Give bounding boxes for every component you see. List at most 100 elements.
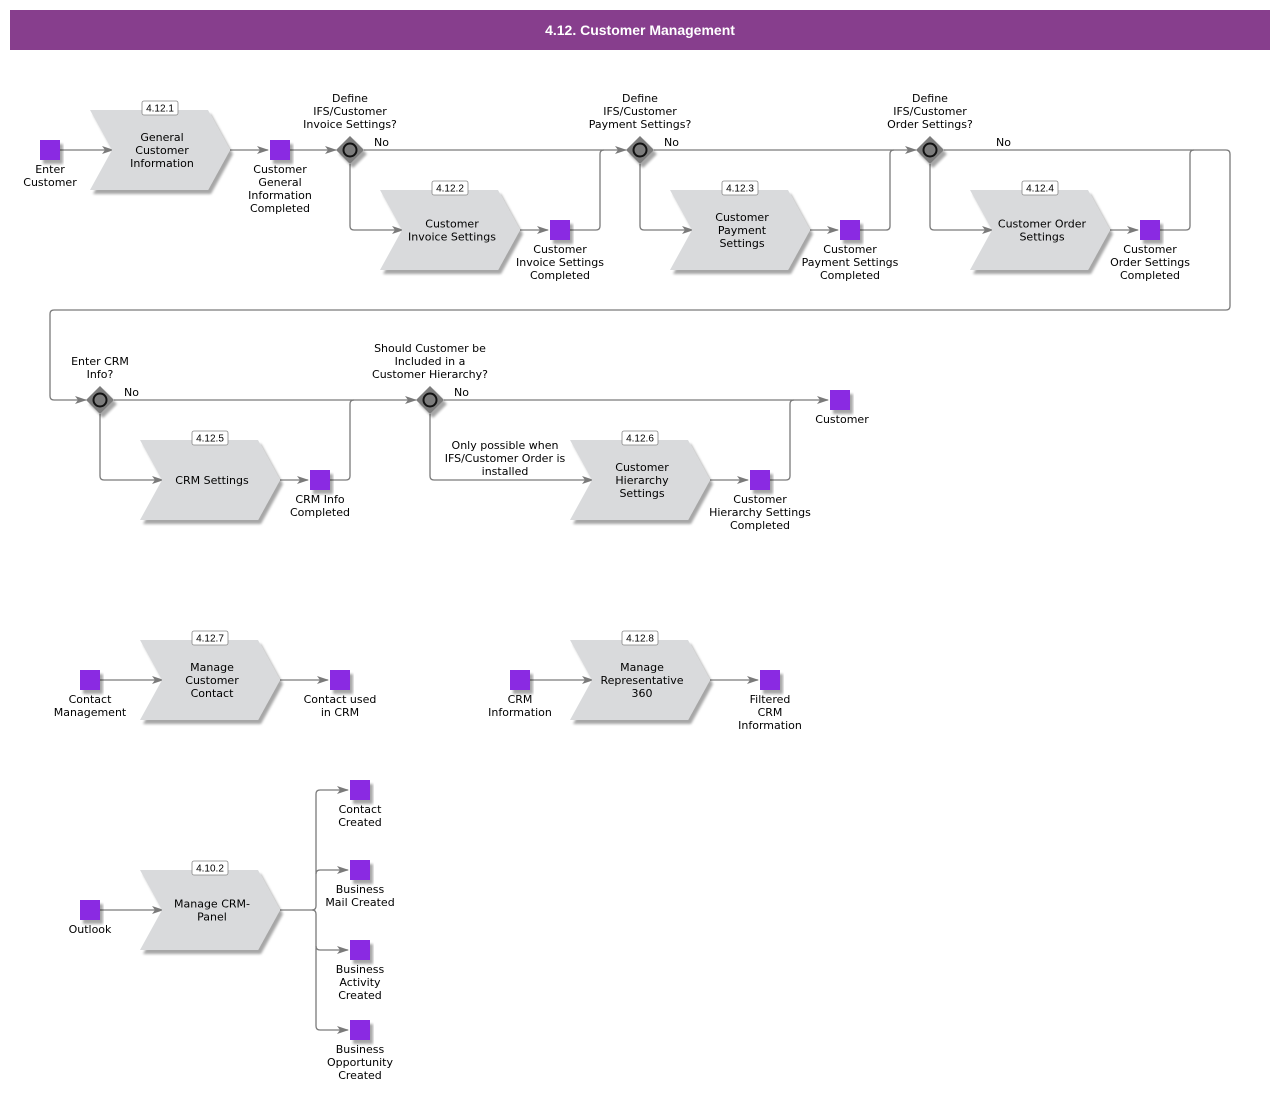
event-square[interactable] xyxy=(330,670,350,690)
gateway-g5[interactable]: Should Customer be Included in a Customer … xyxy=(372,342,488,414)
connector xyxy=(1160,149,1195,231)
gateway-g1[interactable]: Define IFS/Customer Invoice Settings? No xyxy=(303,92,397,164)
event-square[interactable] xyxy=(840,220,860,240)
event-label-line: Completed xyxy=(250,202,310,215)
event-label-line: Created xyxy=(338,989,382,1002)
event-e15[interactable]: Business Mail Created xyxy=(325,860,395,909)
event-e14[interactable]: Contact Created xyxy=(338,780,382,829)
event-label: Filtered CRM Information xyxy=(738,693,802,732)
event-label-line: Mail Created xyxy=(325,896,394,909)
event-label-line: Customer xyxy=(23,176,77,189)
process-4-12-1[interactable]: 4.12.1 General Customer Information xyxy=(90,100,230,190)
event-e5[interactable]: Customer Order Settings Completed xyxy=(1110,220,1190,282)
gateway-question-line: Define xyxy=(912,92,948,105)
process-4-12-6[interactable]: 4.12.6 Customer Hierarchy Settings xyxy=(570,430,710,520)
event-e6[interactable]: CRM Info Completed xyxy=(290,470,350,519)
gateway-diamond[interactable] xyxy=(336,136,364,164)
event-square[interactable] xyxy=(80,900,100,920)
event-e17[interactable]: Business Opportunity Created xyxy=(327,1020,394,1082)
event-e10[interactable]: Contact used in CRM xyxy=(304,670,377,719)
process-label-line: Customer xyxy=(185,674,239,687)
event-square[interactable] xyxy=(550,220,570,240)
event-label-line: in CRM xyxy=(321,706,359,719)
event-label-line: Filtered xyxy=(750,693,791,706)
process-4-10-2[interactable]: 4.10.2 Manage CRM-Panel xyxy=(140,860,280,950)
event-square[interactable] xyxy=(40,140,60,160)
event-e2[interactable]: Customer General Information Completed xyxy=(248,140,312,215)
connector xyxy=(330,399,355,481)
process-label-line: Hierarchy xyxy=(615,474,669,487)
event-e1[interactable]: Enter Customer xyxy=(23,140,77,189)
connector xyxy=(315,945,349,954)
event-label-line: Outlook xyxy=(69,923,112,936)
gateway-question-line: Order Settings? xyxy=(887,118,973,131)
process-label-line: Representative xyxy=(600,674,683,687)
event-square[interactable] xyxy=(350,780,370,800)
event-e11[interactable]: CRM Information xyxy=(488,670,552,719)
process-4-12-5[interactable]: 4.12.5 CRM Settings xyxy=(140,430,280,520)
gateway-g2[interactable]: Define IFS/Customer Payment Settings? No xyxy=(589,92,692,164)
process-4-12-7[interactable]: 4.12.7 Manage Customer Contact xyxy=(140,630,280,720)
process-label-line: Manage xyxy=(190,661,234,674)
gateway-g3[interactable]: Define IFS/Customer Order Settings? No xyxy=(887,92,1011,164)
gateway-diamond[interactable] xyxy=(916,136,944,164)
event-label: Enter Customer xyxy=(23,163,77,189)
event-square[interactable] xyxy=(270,140,290,160)
event-square[interactable] xyxy=(350,940,370,960)
connector xyxy=(770,399,795,481)
event-label: Customer Payment Settings Completed xyxy=(802,243,899,282)
gateway-no-label: No xyxy=(996,136,1011,149)
event-square[interactable] xyxy=(760,670,780,690)
process-4-12-2[interactable]: 4.12.2 Customer Invoice Settings xyxy=(380,180,520,270)
gateway-question: Enter CRM Info? xyxy=(71,355,129,381)
event-label-line: Payment Settings xyxy=(802,256,899,269)
annotation-text-line: IFS/Customer Order is xyxy=(445,452,566,465)
event-e13[interactable]: Outlook xyxy=(69,900,112,936)
event-square[interactable] xyxy=(350,1020,370,1040)
gateway-question-line: Enter CRM xyxy=(71,355,129,368)
event-e12[interactable]: Filtered CRM Information xyxy=(738,670,802,732)
gateway-no-label: No xyxy=(454,386,469,399)
process-4-12-4[interactable]: 4.12.4 Customer Order Settings xyxy=(970,180,1110,270)
event-e8[interactable]: Customer xyxy=(815,390,869,426)
process-label-line: CRM Settings xyxy=(175,474,249,487)
event-e4[interactable]: Customer Payment Settings Completed xyxy=(802,220,899,282)
gateway-diamond[interactable] xyxy=(416,386,444,414)
event-square[interactable] xyxy=(830,390,850,410)
event-square[interactable] xyxy=(310,470,330,490)
event-label: Customer Invoice Settings Completed xyxy=(516,243,604,282)
process-label-line: 360 xyxy=(632,687,653,700)
connector xyxy=(860,149,895,231)
process-label-line: Invoice Settings xyxy=(408,231,496,244)
connector xyxy=(315,866,349,875)
event-label-line: Hierarchy Settings xyxy=(709,506,811,519)
process-4-12-3[interactable]: 4.12.3 Customer Payment Settings xyxy=(670,180,810,270)
event-square[interactable] xyxy=(750,470,770,490)
event-e7[interactable]: Customer Hierarchy Settings Completed xyxy=(709,470,811,532)
event-square[interactable] xyxy=(350,860,370,880)
process-label: Customer Hierarchy Settings xyxy=(615,461,669,500)
event-square[interactable] xyxy=(80,670,100,690)
event-e3[interactable]: Customer Invoice Settings Completed xyxy=(516,220,604,282)
event-label-line: Customer xyxy=(733,493,787,506)
event-label-line: Activity xyxy=(339,976,381,989)
event-e16[interactable]: Business Activity Created xyxy=(336,940,385,1002)
process-label: Manage Customer Contact xyxy=(185,661,239,700)
event-square[interactable] xyxy=(510,670,530,690)
gateway-diamond[interactable] xyxy=(626,136,654,164)
process-label-line: Payment xyxy=(718,224,767,237)
gateway-question: Define IFS/Customer Invoice Settings? xyxy=(303,92,397,131)
event-label-line: Information xyxy=(248,189,312,202)
event-label: Outlook xyxy=(69,923,112,936)
process-4-12-8[interactable]: 4.12.8 Manage Representative 360 xyxy=(570,630,710,720)
gateway-diamond[interactable] xyxy=(86,386,114,414)
event-label-line: Contact xyxy=(69,693,112,706)
gateway-g4[interactable]: Enter CRM Info? No xyxy=(71,355,139,414)
event-label-line: Completed xyxy=(1120,269,1180,282)
process-label-line: Panel xyxy=(197,911,227,924)
process-code: 4.12.8 xyxy=(626,634,654,645)
event-e9[interactable]: Contact Management xyxy=(54,670,127,719)
process-code: 4.10.2 xyxy=(196,864,224,875)
event-square[interactable] xyxy=(1140,220,1160,240)
event-label: Contact used in CRM xyxy=(304,693,377,719)
